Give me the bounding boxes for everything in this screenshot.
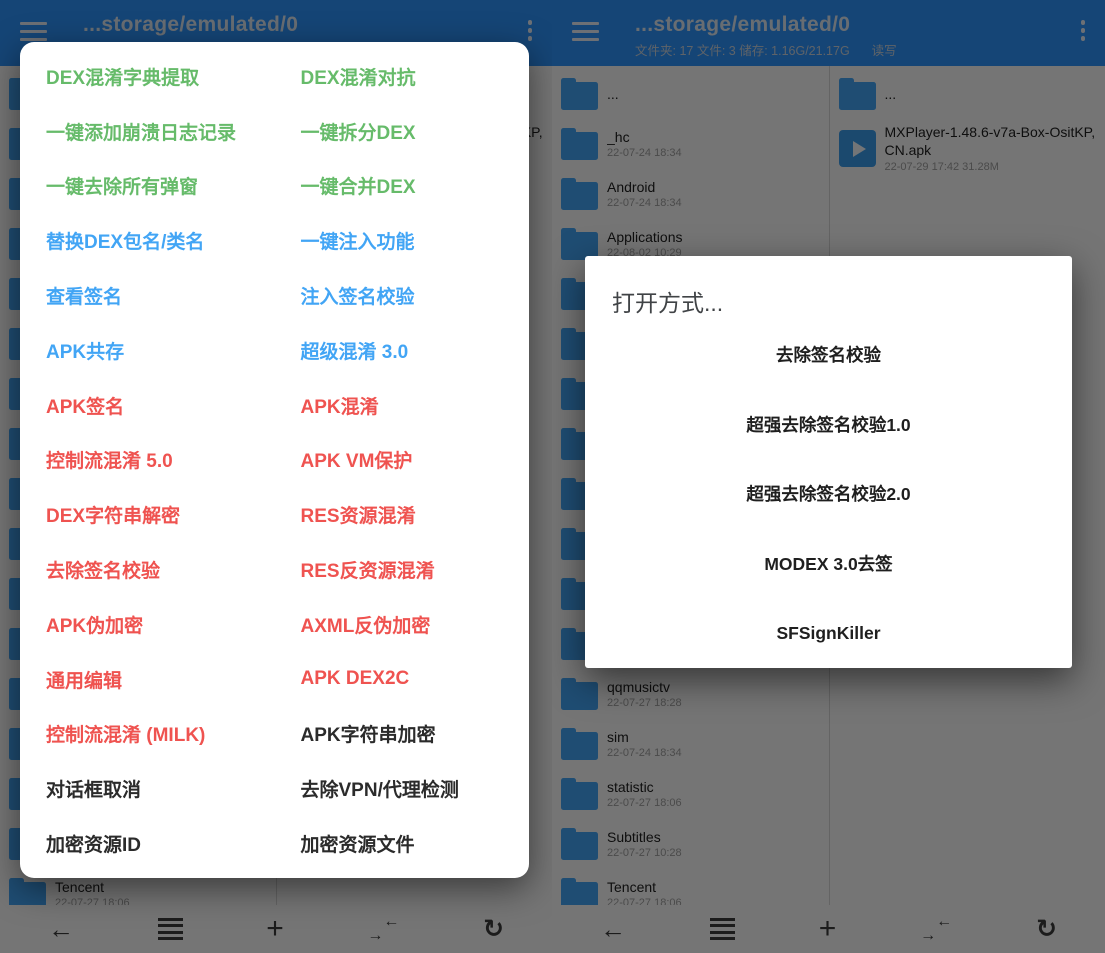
open-with-option[interactable]: 去除签名校验 <box>585 320 1072 390</box>
open-with-option[interactable]: 超强去除签名校验2.0 <box>585 459 1072 529</box>
open-with-dialog: 打开方式... 去除签名校验超强去除签名校验1.0超强去除签名校验2.0MODE… <box>585 256 1072 668</box>
phone-screen-left: ...storage/emulated/0 ..._hc22-07-24 18:… <box>0 0 552 953</box>
dual-screenshot: ...storage/emulated/0 ..._hc22-07-24 18:… <box>0 0 1105 953</box>
script-menu-item[interactable]: 替换DEX包名/类名 <box>20 213 275 268</box>
script-menu-item[interactable]: APK字符串加密 <box>275 707 530 762</box>
script-menu-item[interactable]: 加密资源ID <box>20 816 275 871</box>
script-menu-column-2: DEX混淆对抗一键拆分DEX一键合并DEX一键注入功能注入签名校验超级混淆 3.… <box>275 49 530 871</box>
dialog-options: 去除签名校验超强去除签名校验1.0超强去除签名校验2.0MODEX 3.0去签S… <box>585 320 1072 668</box>
script-menu-item[interactable]: 一键拆分DEX <box>275 104 530 159</box>
script-menu-item[interactable]: 查看签名 <box>20 268 275 323</box>
dialog-title: 打开方式... <box>585 256 1072 318</box>
script-menu-item[interactable]: 一键去除所有弹窗 <box>20 159 275 214</box>
script-menu-item[interactable]: 通用编辑 <box>20 652 275 707</box>
script-menu-item[interactable]: 一键注入功能 <box>275 213 530 268</box>
script-menu-item[interactable]: 加密资源文件 <box>275 816 530 871</box>
script-menu-item[interactable]: DEX混淆字典提取 <box>20 49 275 104</box>
script-menu-item[interactable]: 去除VPN/代理检测 <box>275 761 530 816</box>
script-menu-item[interactable]: DEX字符串解密 <box>20 487 275 542</box>
open-with-option[interactable]: 超强去除签名校验1.0 <box>585 390 1072 460</box>
script-menu-column-1: DEX混淆字典提取一键添加崩溃日志记录一键去除所有弹窗替换DEX包名/类名查看签… <box>20 49 275 871</box>
script-menu-item[interactable]: APK伪加密 <box>20 597 275 652</box>
script-menu-item[interactable]: 一键添加崩溃日志记录 <box>20 104 275 159</box>
phone-screen-right: ...storage/emulated/0 文件夹: 17 文件: 3 储存: … <box>552 0 1105 953</box>
script-menu-item[interactable]: APK共存 <box>20 323 275 378</box>
script-menu-item[interactable]: 控制流混淆 (MILK) <box>20 707 275 762</box>
script-menu-item[interactable]: AXML反伪加密 <box>275 597 530 652</box>
script-menu-popup: DEX混淆字典提取一键添加崩溃日志记录一键去除所有弹窗替换DEX包名/类名查看签… <box>20 42 529 878</box>
open-with-option[interactable]: SFSignKiller <box>585 598 1072 668</box>
script-menu-item[interactable]: 去除签名校验 <box>20 542 275 597</box>
open-with-option[interactable]: MODEX 3.0去签 <box>585 529 1072 599</box>
script-menu-item[interactable]: APK DEX2C <box>275 652 530 707</box>
script-menu-item[interactable]: 对话框取消 <box>20 761 275 816</box>
script-menu-item[interactable]: RES反资源混淆 <box>275 542 530 597</box>
script-menu-item[interactable]: APK VM保护 <box>275 433 530 488</box>
script-menu-item[interactable]: 注入签名校验 <box>275 268 530 323</box>
script-menu-item[interactable]: 一键合并DEX <box>275 159 530 214</box>
script-menu-item[interactable]: 超级混淆 3.0 <box>275 323 530 378</box>
script-menu-item[interactable]: RES资源混淆 <box>275 487 530 542</box>
script-menu-item[interactable]: 控制流混淆 5.0 <box>20 433 275 488</box>
script-menu-item[interactable]: DEX混淆对抗 <box>275 49 530 104</box>
script-menu-item[interactable]: APK混淆 <box>275 378 530 433</box>
script-menu-item[interactable]: APK签名 <box>20 378 275 433</box>
